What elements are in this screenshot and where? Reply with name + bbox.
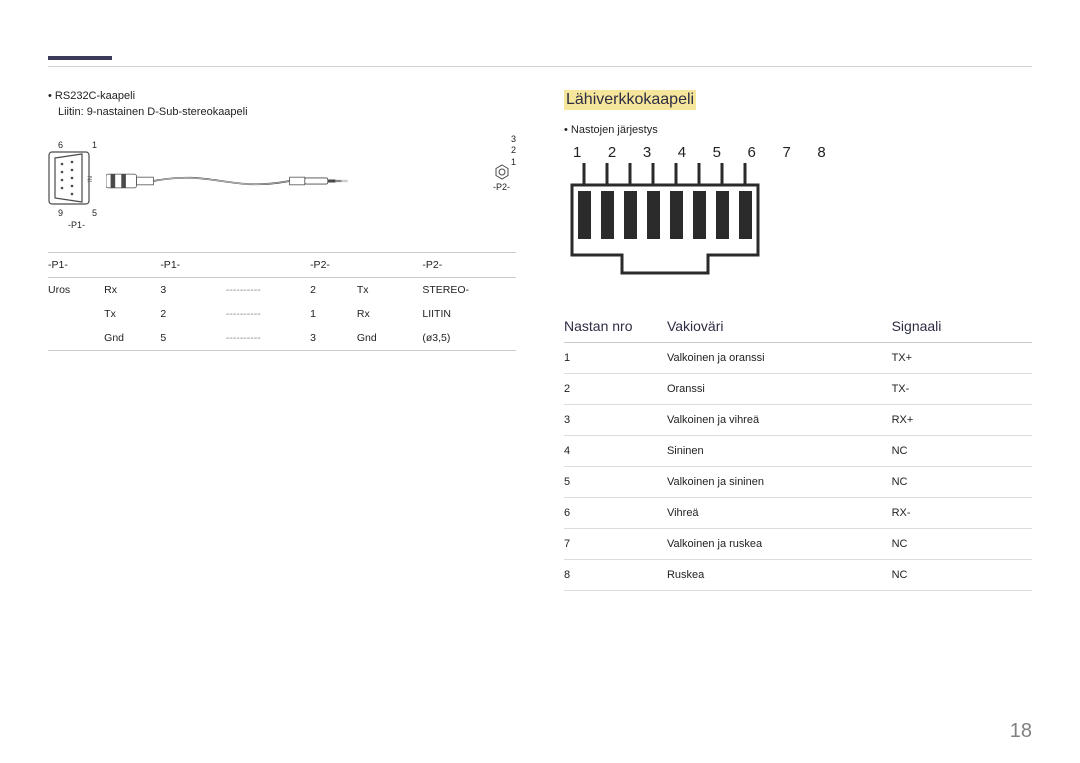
cell: LIITIN [422, 302, 516, 326]
cell: 8 [564, 560, 667, 591]
cell: Ruskea [667, 560, 892, 591]
rj45-connector-icon [570, 163, 770, 283]
cell: Gnd [104, 326, 160, 351]
table-header-row: -P1- -P1- -P2- -P2- [48, 253, 516, 278]
ring-1: 1 [511, 157, 516, 168]
cell: RX+ [892, 405, 1032, 436]
cell: STEREO- [422, 278, 516, 303]
table-row: 1Valkoinen ja oranssiTX+ [564, 343, 1032, 374]
cell: TX- [892, 374, 1032, 405]
cell: 3 [564, 405, 667, 436]
cell: Sininen [667, 436, 892, 467]
cell: TX+ [892, 343, 1032, 374]
table-row: Gnd 5 ---------- 3 Gnd (ø3,5) [48, 326, 516, 351]
hdr-p1b: -P1- [160, 253, 226, 278]
fig-p2-label: -P2- [493, 182, 510, 192]
hdr-color: Vakioväri [667, 310, 892, 343]
cable-type: RS232C-kaapeli [48, 90, 516, 102]
table-row: 8RuskeaNC [564, 560, 1032, 591]
hdr-p2a: -P2- [310, 253, 422, 278]
cell: Gnd [357, 326, 423, 351]
cell: NC [892, 436, 1032, 467]
cell: Valkoinen ja oranssi [667, 343, 892, 374]
pin-order-label: Nastojen järjestys [564, 124, 1032, 136]
right-column: Lähiverkkokaapeli Nastojen järjestys 1 2… [564, 90, 1032, 591]
rs232-cable-figure: 6 1 IN 9 5 -P1- [48, 134, 516, 244]
rj45-pin-numbers: 1 2 3 4 5 6 7 8 [573, 144, 1032, 161]
cell: NC [892, 467, 1032, 498]
cable-wire-icon [106, 168, 366, 194]
lead-cell: Uros [48, 278, 104, 303]
cell: Vihreä [667, 498, 892, 529]
table-row: 3Valkoinen ja vihreäRX+ [564, 405, 1032, 436]
hdr-p1a: -P1- [48, 253, 160, 278]
ring-3: 3 [511, 134, 516, 145]
table-row: Tx 2 ---------- 1 Rx LIITIN [48, 302, 516, 326]
table-row: 4SininenNC [564, 436, 1032, 467]
cell: 1 [310, 302, 357, 326]
cell: NC [892, 529, 1032, 560]
hdr-signal: Signaali [892, 310, 1032, 343]
cell: ---------- [226, 278, 310, 303]
page-content: RS232C-kaapeli Liitin: 9-nastainen D-Sub… [0, 0, 1080, 591]
cell: 2 [310, 278, 357, 303]
cell: 5 [160, 326, 226, 351]
lan-pinout-table: Nastan nro Vakioväri Signaali 1Valkoinen… [564, 310, 1032, 591]
fig-p1-label: -P1- [68, 220, 85, 230]
cell: Tx [357, 278, 423, 303]
cell: NC [892, 560, 1032, 591]
table-row: Uros Rx 3 ---------- 2 Tx STEREO- [48, 278, 516, 303]
plug-ring-labels: 3 2 1 [511, 134, 516, 168]
connector-desc: Liitin: 9-nastainen D-Sub-stereokaapeli [58, 106, 516, 118]
table-row: 5Valkoinen ja sininenNC [564, 467, 1032, 498]
cell: ---------- [226, 302, 310, 326]
table-row: 7Valkoinen ja ruskeaNC [564, 529, 1032, 560]
cell: 1 [564, 343, 667, 374]
accent-bar [48, 56, 112, 60]
rj45-figure: 1 2 3 4 5 6 7 8 [570, 144, 1032, 288]
cell: Valkoinen ja vihreä [667, 405, 892, 436]
left-column: RS232C-kaapeli Liitin: 9-nastainen D-Sub… [48, 90, 516, 591]
section-title: Lähiverkkokaapeli [564, 90, 696, 110]
cell: Valkoinen ja sininen [667, 467, 892, 498]
cell: Oranssi [667, 374, 892, 405]
cell: 3 [160, 278, 226, 303]
fig-pin-9: 9 [58, 208, 63, 218]
hex-nut-icon [494, 164, 510, 180]
fig-pin-5: 5 [92, 208, 97, 218]
hdr-p2b: -P2- [422, 253, 516, 278]
cell: 4 [564, 436, 667, 467]
ring-2: 2 [511, 145, 516, 156]
cell: (ø3,5) [422, 326, 516, 351]
cell: 3 [310, 326, 357, 351]
hdr-blank [226, 253, 310, 278]
cell: 2 [160, 302, 226, 326]
cell: Rx [357, 302, 423, 326]
table-row: 6VihreäRX- [564, 498, 1032, 529]
table-header-row: Nastan nro Vakioväri Signaali [564, 310, 1032, 343]
rs232-pin-table: -P1- -P1- -P2- -P2- Uros Rx 3 ----------… [48, 252, 516, 351]
cell: 5 [564, 467, 667, 498]
hdr-pin: Nastan nro [564, 310, 667, 343]
cell: 6 [564, 498, 667, 529]
svg-text:IN: IN [88, 176, 94, 182]
page-number: 18 [1010, 720, 1032, 743]
cell: RX- [892, 498, 1032, 529]
top-divider [48, 66, 1032, 67]
table-row: 2OranssiTX- [564, 374, 1032, 405]
cell: ---------- [226, 326, 310, 351]
dsub-connector-icon: IN [48, 148, 106, 208]
cell: Tx [104, 302, 160, 326]
cell: 7 [564, 529, 667, 560]
cell: Rx [104, 278, 160, 303]
cell: Valkoinen ja ruskea [667, 529, 892, 560]
cell: 2 [564, 374, 667, 405]
